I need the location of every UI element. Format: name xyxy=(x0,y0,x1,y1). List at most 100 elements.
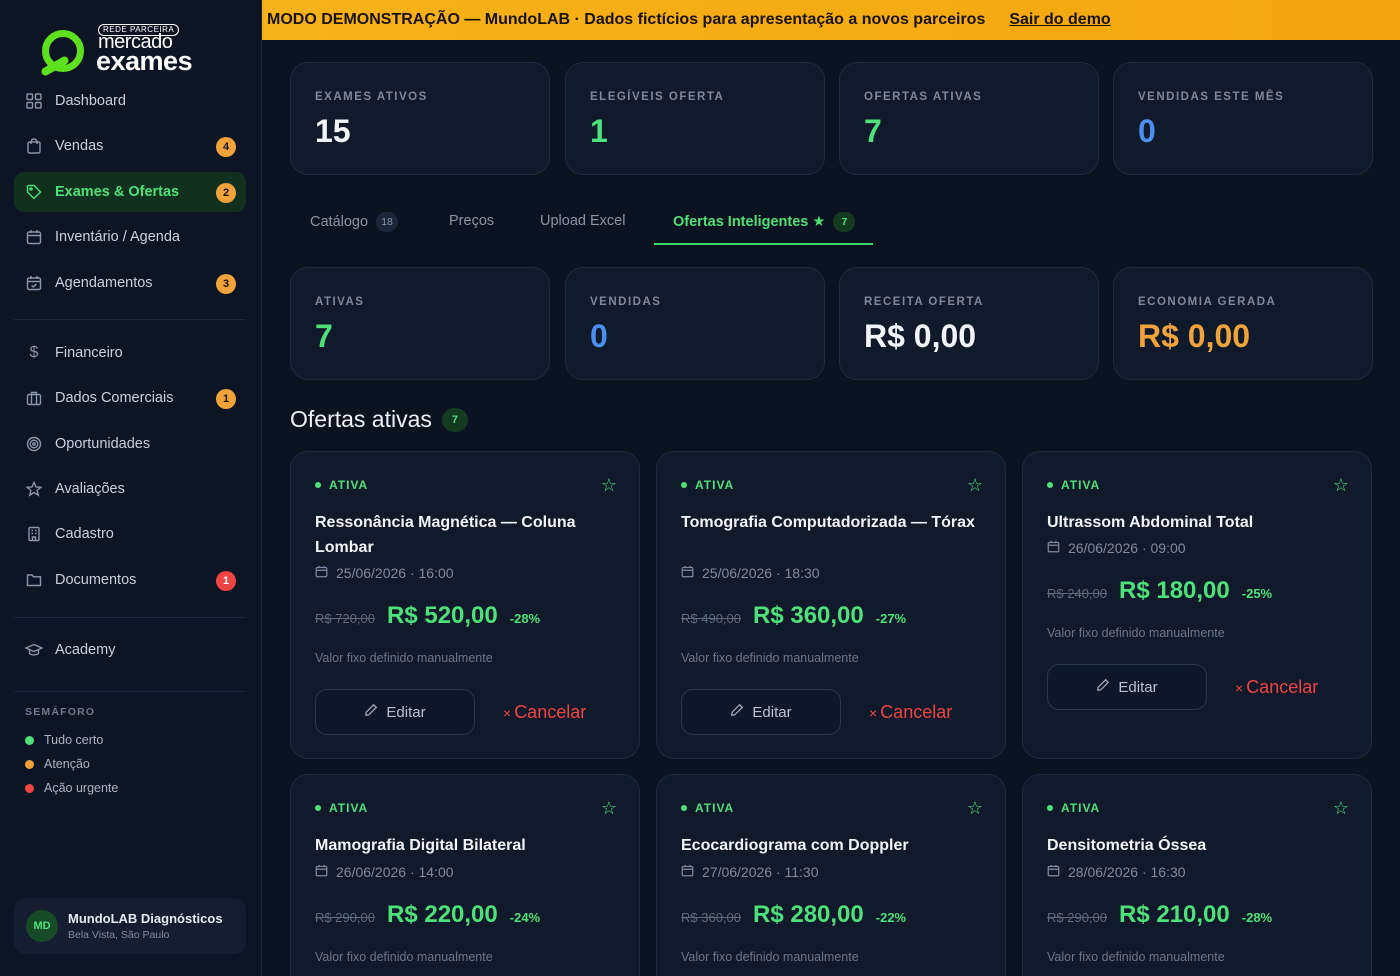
stat-value: 7 xyxy=(864,113,882,149)
sidebar-item-label: Agendamentos xyxy=(55,275,153,291)
status-dot-icon xyxy=(25,735,34,745)
sidebar-item-academy[interactable]: Academy xyxy=(14,630,246,670)
status-badge: ATIVA xyxy=(315,801,368,815)
dollar-icon: $ xyxy=(29,344,39,361)
offer-note: Valor fixo definido manualmente xyxy=(681,651,859,665)
sidebar-item-label: Documentos xyxy=(55,572,137,588)
offer-prices: R$ 240,00 R$ 180,00 -25% xyxy=(1047,577,1272,605)
sidebar-item-documentos[interactable]: Documentos 1 xyxy=(14,560,246,600)
shopping-bag-icon xyxy=(25,137,43,155)
offer-note: Valor fixo definido manualmente xyxy=(1047,626,1225,640)
building-icon xyxy=(25,525,43,543)
discount-percent: -28% xyxy=(1241,910,1273,925)
original-price: R$ 240,00 xyxy=(1047,586,1107,601)
cancel-button[interactable]: × Cancelar xyxy=(503,702,586,723)
stat-value: R$ 0,00 xyxy=(864,318,977,354)
demo-banner-text: MODO DEMONSTRAÇÃO — MundoLAB · Dados fic… xyxy=(267,11,986,28)
status-dot-icon xyxy=(25,783,34,793)
sidebar-item-agendamentos[interactable]: Agendamentos 3 xyxy=(14,263,246,303)
sidebar-item-label: Oportunidades xyxy=(55,436,151,452)
tab-count-badge: 18 xyxy=(376,212,399,232)
sidebar-item-cadastro[interactable]: Cadastro xyxy=(14,514,246,554)
sidebar-item-exames-ofertas[interactable]: Exames & Ofertas 2 xyxy=(14,172,246,212)
tab-count-badge: 7 xyxy=(833,212,856,232)
edit-button[interactable]: Editar xyxy=(315,689,475,735)
original-price: R$ 360,00 xyxy=(681,910,741,925)
sidebar-item-dashboard[interactable]: Dashboard xyxy=(14,81,246,121)
stat-card-exames-ativos: EXAMES ATIVOS 15 xyxy=(290,62,550,175)
edit-button[interactable]: Editar xyxy=(681,689,841,735)
offer-title: Tomografia Computadorizada — Tórax xyxy=(681,514,975,531)
edit-button[interactable]: Editar xyxy=(1047,664,1207,710)
status-badge: ATIVA xyxy=(681,478,734,492)
target-icon xyxy=(25,435,43,453)
sidebar-item-dados-comerciais[interactable]: Dados Comerciais 1 xyxy=(14,378,246,418)
cancel-button[interactable]: × Cancelar xyxy=(869,702,952,723)
stat-value: 15 xyxy=(315,113,351,149)
user-location: Bela Vista, São Paulo xyxy=(68,929,170,941)
mercado-exames-logo[interactable]: REDE PARCEIRA mercado exames xyxy=(40,22,230,78)
section-title: Ofertas ativas 7 xyxy=(290,406,468,433)
calendar-icon xyxy=(681,565,694,581)
exit-demo-link[interactable]: Sair do demo xyxy=(1009,11,1110,29)
logo-line2: exames xyxy=(96,46,193,76)
offer-price: R$ 220,00 xyxy=(387,901,498,928)
close-icon: × xyxy=(503,704,512,721)
status-badge: ATIVA xyxy=(315,478,368,492)
sidebar-item-label: Financeiro xyxy=(55,345,123,361)
offer-prices: R$ 290,00 R$ 210,00 -28% xyxy=(1047,901,1272,929)
original-price: R$ 490,00 xyxy=(681,611,741,626)
offer-card: ATIVA ☆ Densitometria Óssea 28/06/2026 ·… xyxy=(1022,774,1372,976)
star-icon[interactable]: ☆ xyxy=(601,799,617,817)
stat-value: 1 xyxy=(590,113,608,149)
stat-card-vendidas-mes: VENDIDAS ESTE MÊS 0 xyxy=(1113,62,1373,175)
tab-ofertas-inteligentes[interactable]: Ofertas Inteligentes ★ 7 xyxy=(673,212,856,232)
sidebar-item-vendas[interactable]: Vendas 4 xyxy=(14,126,246,166)
tab-upload-excel[interactable]: Upload Excel xyxy=(540,213,625,229)
sidebar-item-oportunidades[interactable]: Oportunidades xyxy=(14,424,246,464)
calendar-check-icon xyxy=(25,274,43,292)
stat-card-receita-oferta: RECEITA OFERTA R$ 0,00 xyxy=(839,267,1099,380)
sidebar-item-label: Vendas xyxy=(55,138,104,154)
status-badge: ATIVA xyxy=(681,801,734,815)
avatar: MD xyxy=(26,910,58,942)
star-icon[interactable]: ☆ xyxy=(1333,799,1349,817)
sidebar-divider xyxy=(14,691,246,692)
offer-title: Mamografia Digital Bilateral xyxy=(315,837,526,854)
offer-price: R$ 280,00 xyxy=(753,901,864,928)
offer-title: Ressonância Magnética — Coluna Lombar xyxy=(315,514,576,556)
sidebar-item-label: Dashboard xyxy=(55,93,126,109)
tab-catalogo[interactable]: Catálogo 18 xyxy=(310,212,399,232)
cancel-button[interactable]: × Cancelar xyxy=(1235,677,1318,698)
offer-card: ATIVA ☆ Ultrassom Abdominal Total 26/06/… xyxy=(1022,451,1372,759)
sidebar-item-inventario-agenda[interactable]: Inventário / Agenda xyxy=(14,217,246,257)
tab-precos[interactable]: Preços xyxy=(449,213,494,229)
sidebar-item-label: Dados Comerciais xyxy=(55,390,174,406)
sidebar-item-financeiro[interactable]: $ Financeiro xyxy=(14,333,246,373)
star-icon[interactable]: ☆ xyxy=(601,476,617,494)
offer-card: ATIVA ☆ Mamografia Digital Bilateral 26/… xyxy=(290,774,640,976)
calendar-icon xyxy=(1047,864,1060,880)
offer-note: Valor fixo definido manualmente xyxy=(681,950,859,964)
star-icon xyxy=(25,480,43,498)
offer-date: 26/06/2026 · 14:00 xyxy=(315,864,454,880)
sidebar-item-avaliacoes[interactable]: Avaliações xyxy=(14,469,246,509)
close-icon: × xyxy=(869,704,878,721)
sidebar: REDE PARCEIRA mercado exames Dashboard V… xyxy=(0,0,262,976)
stat-value: 0 xyxy=(1138,113,1156,149)
grid-icon xyxy=(25,92,43,110)
user-profile-card[interactable]: MD MundoLAB Diagnósticos Bela Vista, São… xyxy=(14,898,246,954)
offer-date: 26/06/2026 · 09:00 xyxy=(1047,540,1186,556)
close-icon: × xyxy=(1235,679,1244,696)
discount-percent: -27% xyxy=(875,611,907,626)
star-icon[interactable]: ☆ xyxy=(967,799,983,817)
discount-percent: -24% xyxy=(509,910,541,925)
folder-icon xyxy=(25,571,43,589)
tag-icon xyxy=(25,183,43,201)
sidebar-item-label: Avaliações xyxy=(55,481,125,497)
offer-prices: R$ 490,00 R$ 360,00 -27% xyxy=(681,602,906,630)
star-icon[interactable]: ☆ xyxy=(1333,476,1349,494)
offer-date: 27/06/2026 · 11:30 xyxy=(681,864,819,880)
star-icon[interactable]: ☆ xyxy=(967,476,983,494)
offer-title: Ecocardiograma com Doppler xyxy=(681,837,909,854)
